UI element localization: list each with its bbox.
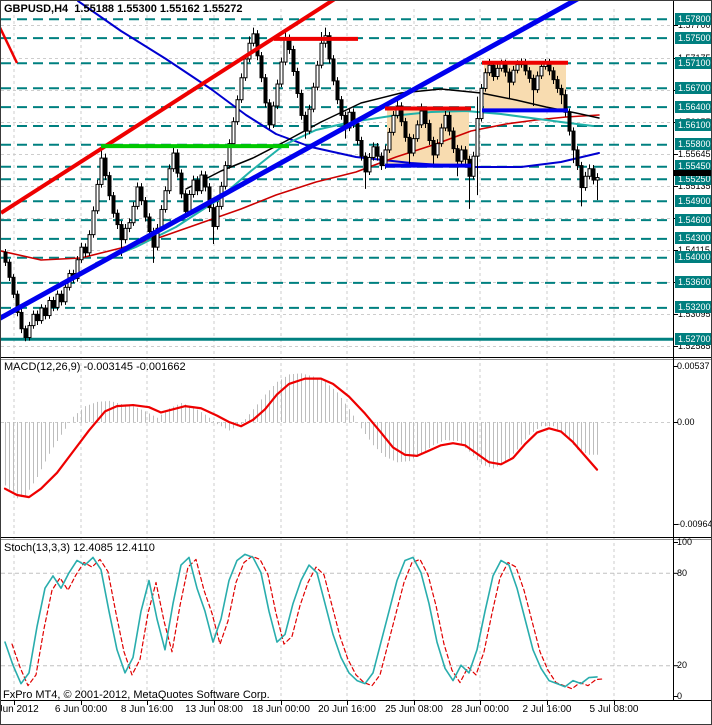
price-level-badge: 1.57500 bbox=[675, 32, 711, 44]
stoch-axis-80-label: 80 bbox=[677, 568, 688, 578]
price-level-badge: 1.54900 bbox=[675, 195, 711, 207]
price-level-badge: 1.52700 bbox=[675, 333, 711, 345]
macd-indicator-label: MACD(12,26,9) -0.003145 -0.001662 bbox=[4, 361, 186, 373]
time-axis-label: 6 Jun 00:00 bbox=[54, 704, 108, 715]
price-level-badge: 1.56100 bbox=[675, 119, 711, 131]
price-level-badge: 1.54000 bbox=[675, 251, 711, 263]
stoch-axis-100-label: 100 bbox=[677, 537, 693, 547]
price-level-badge: 1.55800 bbox=[675, 138, 711, 150]
price-level-badge: 1.53600 bbox=[675, 276, 711, 288]
price-level-badge: 1.56700 bbox=[675, 82, 711, 94]
time-axis-label: 13 Jun 08:00 bbox=[185, 704, 243, 715]
time-axis-label: 28 Jun 00:00 bbox=[451, 704, 509, 715]
macd-axis-zero-label: 0.00 bbox=[677, 417, 695, 427]
stoch-axis-0-label: 0 bbox=[677, 691, 683, 701]
price-level-badge: 1.57800 bbox=[675, 13, 711, 25]
price-grid-label: 1.55645 bbox=[678, 149, 711, 159]
price-level-badge: 1.54600 bbox=[675, 214, 711, 226]
chart-title: GBPUSD,H4 1.55188 1.55300 1.55162 1.5527… bbox=[4, 3, 243, 15]
macd-axis-max-label: 0.00537 bbox=[677, 361, 710, 371]
copyright-label: FxPro MT4, © 2001-2012, MetaQuotes Softw… bbox=[3, 689, 270, 701]
stoch-indicator-label: Stoch(13,3,3) 12.4085 12.4110 bbox=[4, 542, 155, 554]
time-axis-label: 25 Jun 08:00 bbox=[385, 704, 443, 715]
price-level-badge: 1.54300 bbox=[675, 232, 711, 244]
macd-axis-min-label: -0.00964 bbox=[677, 519, 712, 529]
mt4-chart-window[interactable]: GBPUSD,H4 1.55188 1.55300 1.55162 1.5527… bbox=[0, 0, 712, 725]
time-axis-label: 8 Jun 16:00 bbox=[120, 704, 174, 715]
time-axis-label: 5 Jul 08:00 bbox=[589, 704, 639, 715]
price-level-badge: 1.57100 bbox=[675, 57, 711, 69]
current-price-marker bbox=[674, 170, 711, 176]
time-axis-label: 18 Jun 00:00 bbox=[252, 704, 310, 715]
time-axis-label: 2 Jul 16:00 bbox=[522, 704, 572, 715]
price-level-badge: 1.53200 bbox=[675, 301, 711, 313]
time-axis-label: 1 Jun 2012 bbox=[1, 704, 39, 715]
price-level-badge: 1.56400 bbox=[675, 101, 711, 113]
stoch-axis-20-label: 20 bbox=[677, 660, 688, 670]
time-axis-label: 20 Jun 16:00 bbox=[318, 704, 376, 715]
